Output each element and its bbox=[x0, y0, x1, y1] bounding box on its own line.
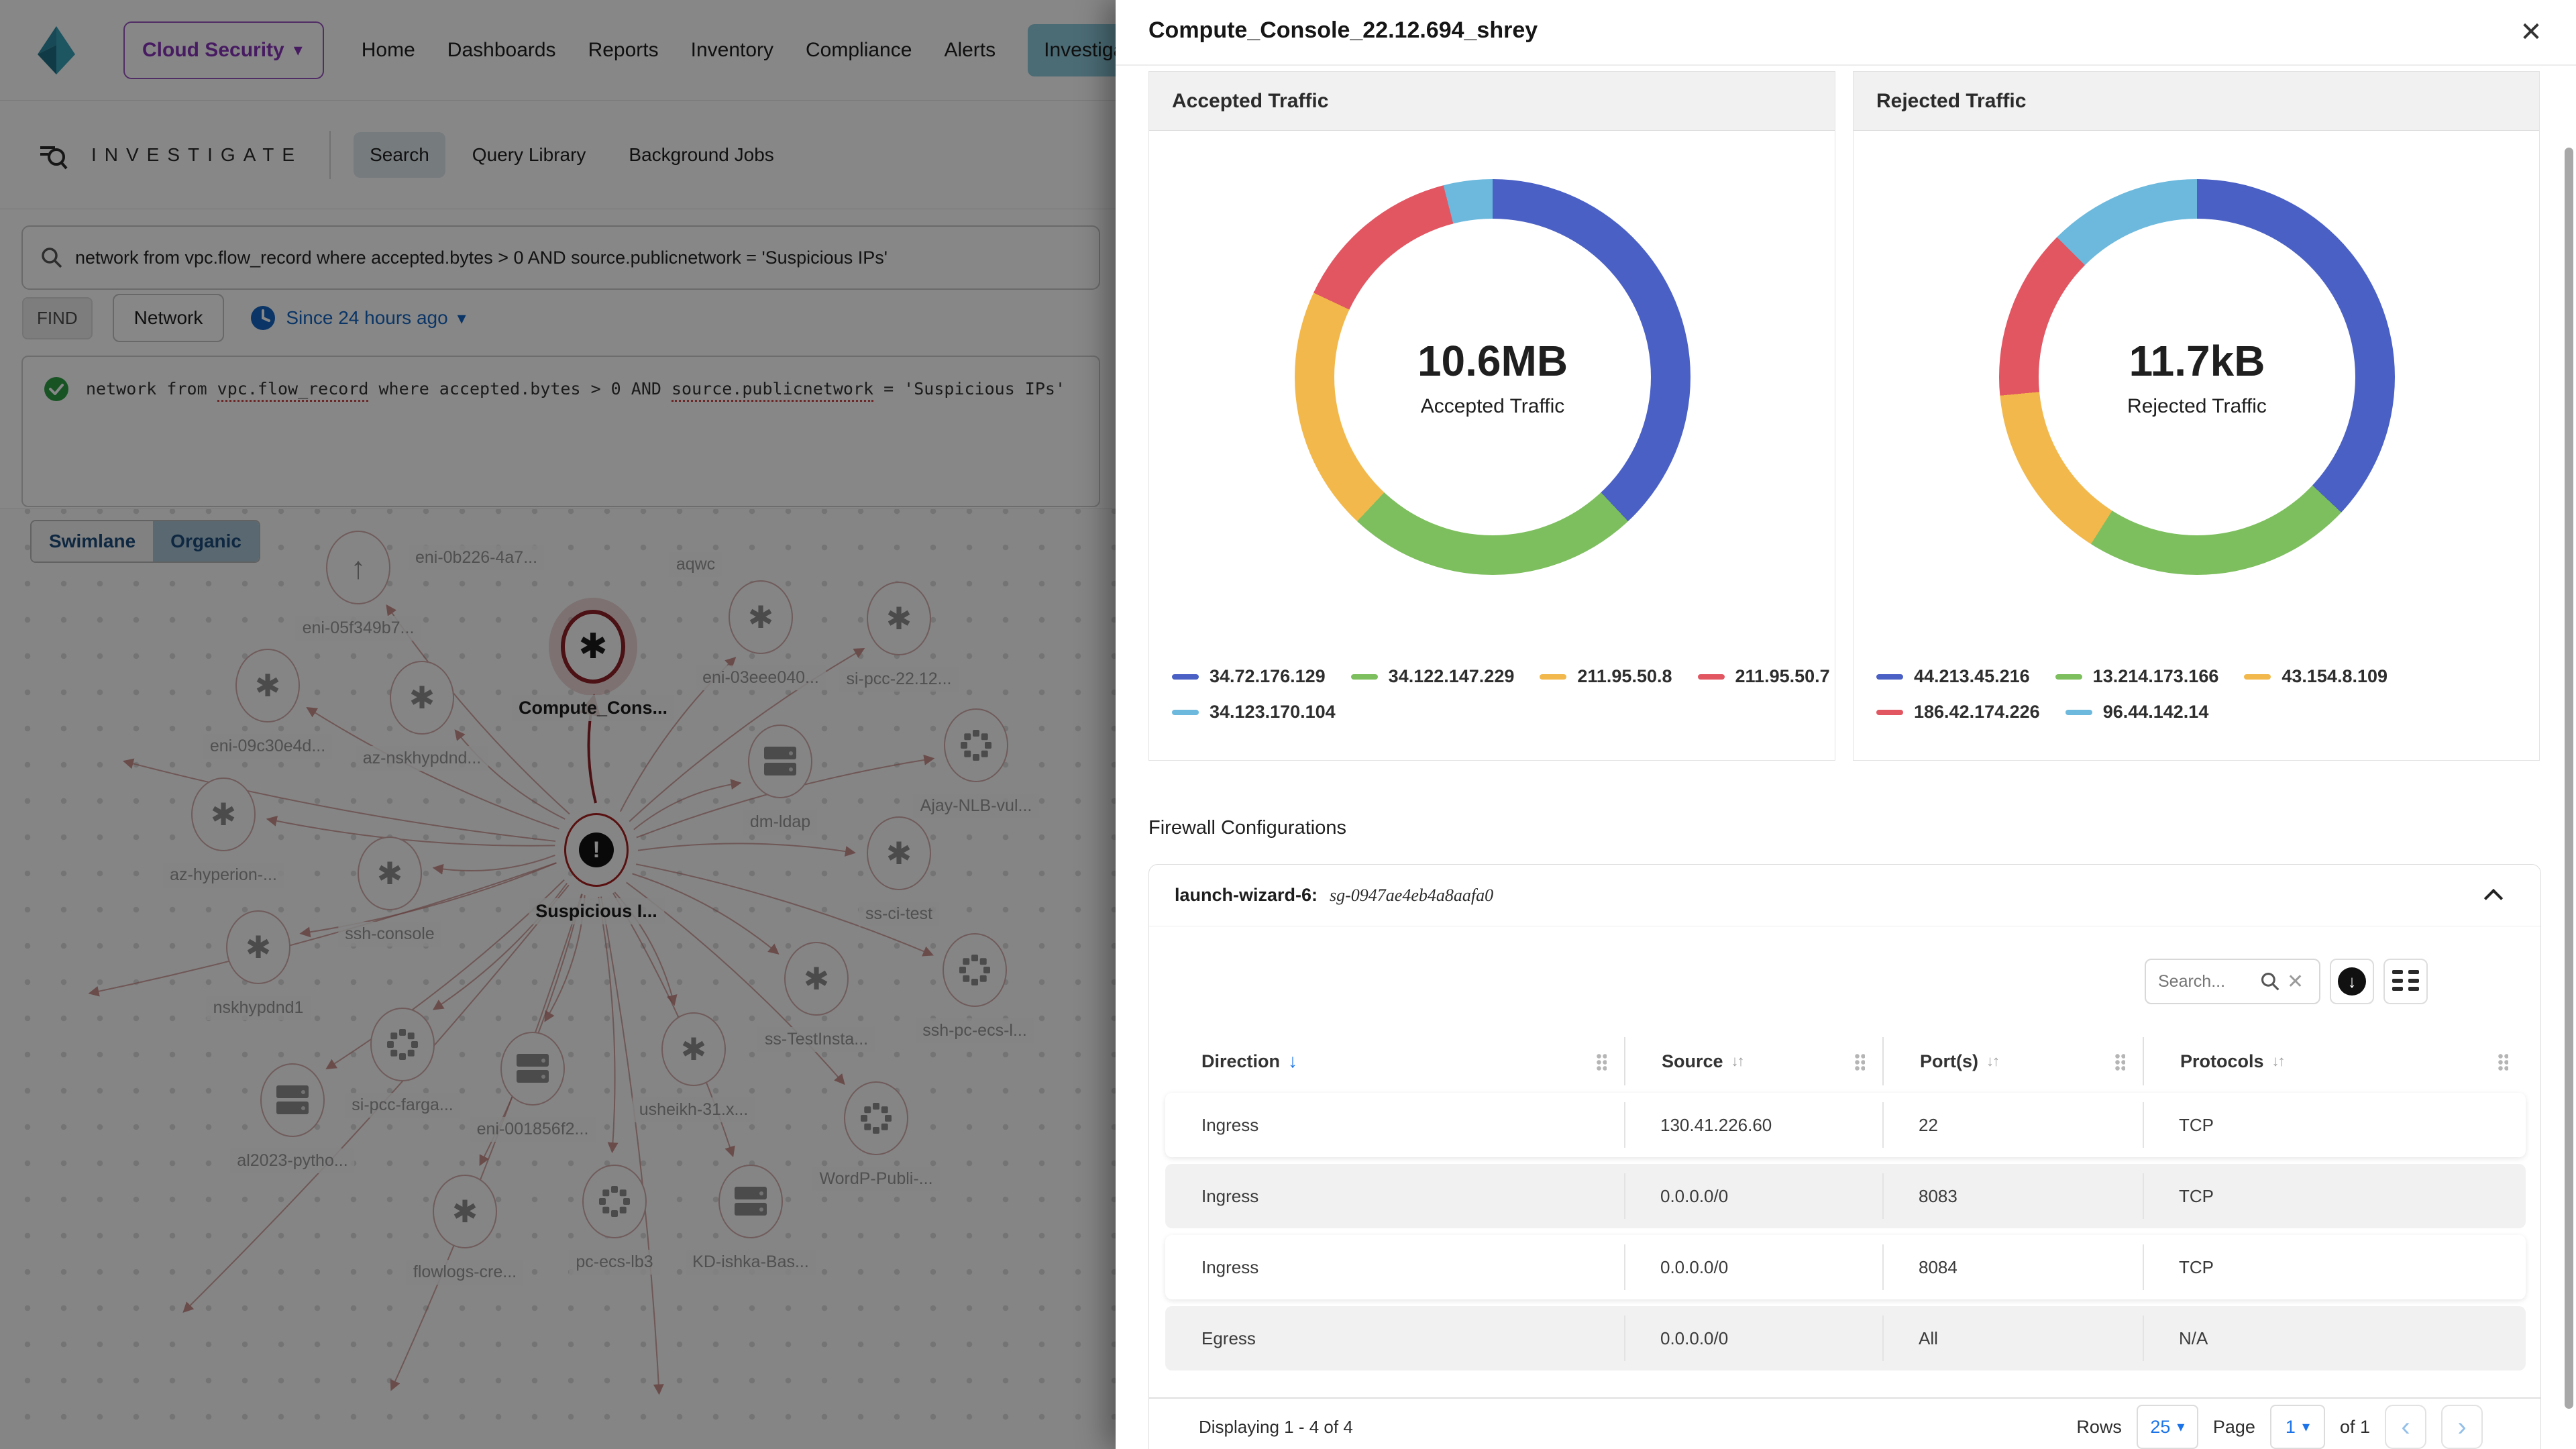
table-cell: Egress bbox=[1165, 1306, 1624, 1371]
column-header-protocols[interactable]: Protocols↓↑ bbox=[2143, 1037, 2526, 1085]
table-cell: 130.41.226.60 bbox=[1624, 1093, 1882, 1157]
table-row: Ingress0.0.0.0/08084TCP bbox=[1165, 1235, 2526, 1299]
legend-item[interactable]: 34.122.147.229 bbox=[1351, 666, 1515, 687]
legend-item[interactable]: 34.123.170.104 bbox=[1172, 702, 1336, 722]
table-cell: All bbox=[1882, 1306, 2143, 1371]
table-cell: Ingress bbox=[1165, 1235, 1624, 1299]
table-search-box[interactable]: ✕ bbox=[2145, 959, 2320, 1004]
table-row: Ingress0.0.0.0/08083TCP bbox=[1165, 1164, 2526, 1228]
table-cell: TCP bbox=[2143, 1235, 2526, 1299]
table-cell: Ingress bbox=[1165, 1164, 1624, 1228]
table-search-input[interactable] bbox=[2158, 972, 2259, 991]
download-button[interactable]: ↓ bbox=[2330, 959, 2374, 1004]
table-cell: 0.0.0.0/0 bbox=[1624, 1306, 1882, 1371]
page-total: of 1 bbox=[2340, 1417, 2370, 1438]
chevron-down-icon: ▾ bbox=[2177, 1418, 2184, 1436]
close-icon[interactable]: ✕ bbox=[2511, 12, 2551, 52]
table-cell: 0.0.0.0/0 bbox=[1624, 1235, 1882, 1299]
card-title: Accepted Traffic bbox=[1172, 90, 1328, 113]
columns-icon bbox=[2392, 970, 2419, 993]
table-cell: 8084 bbox=[1882, 1235, 2143, 1299]
table-cell: 0.0.0.0/0 bbox=[1624, 1164, 1882, 1228]
modal-dim-overlay[interactable] bbox=[0, 0, 1116, 1449]
donut-legend: 44.213.45.216 13.214.173.166 43.154.8.109 1… bbox=[1876, 666, 2387, 722]
rows-per-page-select[interactable]: 25 ▾ bbox=[2137, 1405, 2198, 1449]
chevron-left-icon: ‹ bbox=[2401, 1412, 2410, 1442]
next-page-button[interactable]: › bbox=[2441, 1405, 2483, 1449]
search-icon bbox=[2260, 971, 2280, 991]
table-row: Ingress130.41.226.6022TCP bbox=[1165, 1093, 2526, 1157]
table-cell: Ingress bbox=[1165, 1093, 1624, 1157]
table-cell: 22 bbox=[1882, 1093, 2143, 1157]
table-cell: N/A bbox=[2143, 1306, 2526, 1371]
divider bbox=[1116, 64, 2576, 66]
page-value: 1 bbox=[2286, 1417, 2296, 1438]
accepted-traffic-card: Accepted Traffic 10.6MB Accepted Traffic… bbox=[1148, 71, 1835, 761]
accordion-header[interactable]: launch-wizard-6: sg-0947ae4eb4a8aafa0 bbox=[1149, 865, 2540, 926]
rows-value: 25 bbox=[2150, 1417, 2170, 1438]
security-group-name: launch-wizard-6: bbox=[1175, 885, 1318, 906]
column-settings-button[interactable] bbox=[2383, 959, 2428, 1004]
panel-title: Compute_Console_22.12.694_shrey bbox=[1148, 17, 1538, 44]
chevron-down-icon: ▾ bbox=[2302, 1418, 2310, 1436]
legend-item[interactable]: 211.95.50.8 bbox=[1540, 666, 1672, 687]
table-cell: TCP bbox=[2143, 1164, 2526, 1228]
donut-center-value: 10.6MB bbox=[1417, 336, 1568, 386]
accepted-traffic-donut: 10.6MB Accepted Traffic bbox=[1295, 179, 1690, 575]
donut-center-label: Accepted Traffic bbox=[1421, 395, 1565, 418]
legend-item[interactable]: 186.42.174.226 bbox=[1876, 702, 2040, 722]
table-footer: Displaying 1 - 4 of 4 Rows 25 ▾ Page 1 ▾… bbox=[1149, 1399, 2540, 1449]
screen: Cloud Security ▾ HomeDashboardsReportsIn… bbox=[0, 0, 2576, 1449]
donut-legend: 34.72.176.129 34.122.147.229 211.95.50.8 21… bbox=[1172, 666, 1830, 722]
donut-center-label: Rejected Traffic bbox=[2127, 395, 2267, 418]
card-title: Rejected Traffic bbox=[1876, 90, 2026, 113]
panel-scrollbar[interactable] bbox=[2565, 148, 2573, 1409]
security-group-id: sg-0947ae4eb4a8aafa0 bbox=[1330, 885, 1493, 906]
rejected-traffic-card: Rejected Traffic 11.7kB Rejected Traffic… bbox=[1853, 71, 2540, 761]
legend-item[interactable]: 211.95.50.7 bbox=[1698, 666, 1830, 687]
table-header-row: Direction↓Source↓↑Port(s)↓↑Protocols↓↑ bbox=[1165, 1037, 2526, 1085]
detail-panel: Compute_Console_22.12.694_shrey ✕ Accept… bbox=[1116, 0, 2576, 1449]
column-header-ports[interactable]: Port(s)↓↑ bbox=[1882, 1037, 2143, 1085]
chevron-right-icon: › bbox=[2457, 1412, 2466, 1442]
displaying-count: Displaying 1 - 4 of 4 bbox=[1199, 1417, 1353, 1438]
legend-item[interactable]: 34.72.176.129 bbox=[1172, 666, 1326, 687]
firewall-heading: Firewall Configurations bbox=[1148, 817, 1346, 839]
rows-label: Rows bbox=[2076, 1417, 2122, 1438]
donut-center-value: 11.7kB bbox=[2129, 336, 2265, 386]
prev-page-button[interactable]: ‹ bbox=[2385, 1405, 2426, 1449]
security-group-accordion: launch-wizard-6: sg-0947ae4eb4a8aafa0 ✕ … bbox=[1148, 864, 2541, 1449]
legend-item[interactable]: 44.213.45.216 bbox=[1876, 666, 2030, 687]
chevron-up-icon[interactable] bbox=[2484, 889, 2503, 908]
page-select[interactable]: 1 ▾ bbox=[2270, 1405, 2325, 1449]
page-label: Page bbox=[2213, 1417, 2255, 1438]
table-cell: 8083 bbox=[1882, 1164, 2143, 1228]
column-header-source[interactable]: Source↓↑ bbox=[1624, 1037, 1882, 1085]
column-header-direction[interactable]: Direction↓ bbox=[1165, 1037, 1624, 1085]
table-row: Egress0.0.0.0/0AllN/A bbox=[1165, 1306, 2526, 1371]
download-icon: ↓ bbox=[2338, 967, 2366, 996]
rejected-traffic-donut: 11.7kB Rejected Traffic bbox=[1999, 179, 2395, 575]
table-cell: TCP bbox=[2143, 1093, 2526, 1157]
legend-item[interactable]: 13.214.173.166 bbox=[2055, 666, 2219, 687]
legend-item[interactable]: 96.44.142.14 bbox=[2065, 702, 2209, 722]
legend-item[interactable]: 43.154.8.109 bbox=[2244, 666, 2387, 687]
clear-search-icon[interactable]: ✕ bbox=[2287, 970, 2304, 994]
